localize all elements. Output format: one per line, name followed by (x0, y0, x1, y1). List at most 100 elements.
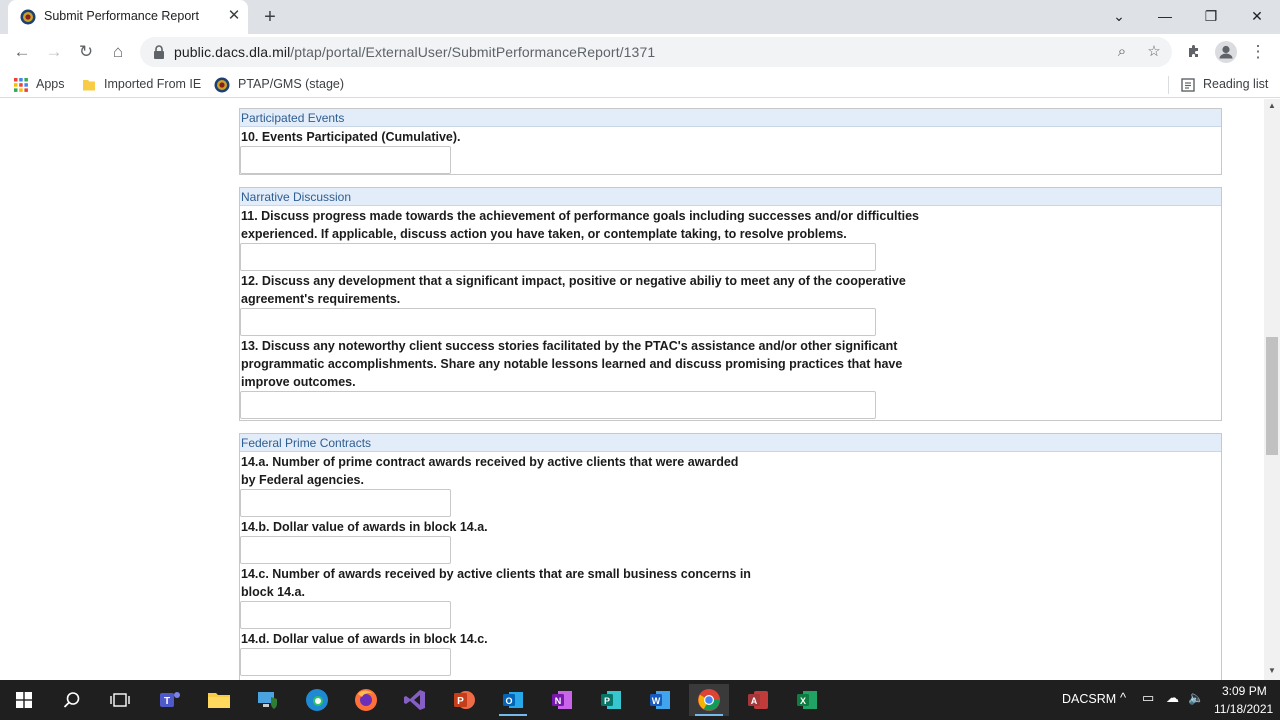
svg-text:P: P (604, 696, 610, 706)
svg-text:O: O (505, 696, 512, 706)
word-app-button[interactable]: W (640, 684, 680, 716)
outlook-icon: O (503, 692, 523, 708)
bookmark-star-icon[interactable]: ☆ (1144, 42, 1164, 62)
profile-avatar[interactable] (1213, 39, 1239, 65)
network-icon[interactable]: ▭ (1142, 690, 1154, 706)
svg-text:A: A (751, 696, 758, 706)
file-explorer-button[interactable] (199, 684, 239, 716)
active-app-indicator (695, 714, 723, 716)
access-icon: A (748, 691, 768, 709)
question-11-input[interactable] (240, 243, 876, 271)
url-text: public.dacs.dla.mil/ptap/portal/External… (174, 44, 655, 60)
bookmark-label: Apps (36, 77, 65, 91)
task-view-button[interactable] (100, 684, 140, 716)
chevron-up-icon[interactable]: ^ (1120, 690, 1126, 705)
menu-kebab-icon[interactable]: ⋮ (1245, 39, 1271, 65)
section-header: Federal Prime Contracts (240, 434, 1221, 452)
question-10-label: 10. Events Participated (Cumulative). (241, 130, 461, 144)
question-13-line2: programmatic accomplishments. Share any … (241, 357, 903, 371)
visual-studio-icon (404, 690, 425, 710)
folder-icon (83, 79, 95, 91)
bookmark-imported-folder[interactable]: Imported From IE (82, 75, 201, 93)
browser-tab[interactable]: Submit Performance Report ✕ (8, 0, 248, 34)
publisher-app-button[interactable]: P (591, 684, 631, 716)
excel-app-button[interactable]: X (787, 684, 827, 716)
close-tab-icon[interactable]: ✕ (226, 8, 242, 24)
address-bar[interactable]: public.dacs.dla.mil/ptap/portal/External… (140, 37, 1172, 67)
outlook-app-button[interactable]: O (493, 684, 533, 716)
scroll-down-arrow-icon[interactable]: ▼ (1264, 666, 1280, 678)
reading-list-button[interactable]: Reading list (1181, 75, 1268, 93)
bookmark-apps[interactable]: Apps (14, 75, 65, 93)
powerpoint-app-button[interactable]: P (444, 684, 484, 716)
clock-time[interactable]: 3:09 PM (1222, 684, 1267, 698)
forward-button[interactable]: → (41, 39, 67, 65)
question-14a-input[interactable] (240, 489, 451, 517)
windows-logo-icon (16, 692, 32, 708)
page-scrollbar[interactable]: ▲ ▼ (1264, 99, 1280, 680)
security-app-button[interactable] (248, 684, 288, 716)
section-narrative-discussion: Narrative Discussion 11. Discuss progres… (239, 187, 1222, 421)
question-12-line2: agreement's requirements. (241, 292, 401, 306)
access-app-button[interactable]: A (738, 684, 778, 716)
lock-icon (154, 45, 164, 59)
question-14c-line2: block 14.a. (241, 585, 305, 599)
question-14c-input[interactable] (240, 601, 451, 629)
svg-text:N: N (555, 696, 562, 706)
start-button[interactable] (4, 684, 44, 716)
browser-toolbar: ← → ↻ ⌂ public.dacs.dla.mil/ptap/portal/… (0, 34, 1280, 70)
excel-icon: X (797, 691, 817, 709)
question-13-input[interactable] (240, 391, 876, 419)
question-14d-label: 14.d. Dollar value of awards in block 14… (241, 632, 488, 646)
events-participated-input[interactable] (240, 146, 451, 174)
tab-search-icon[interactable]: ⌄ (1096, 0, 1142, 32)
firefox-icon (355, 689, 377, 711)
reading-list-icon (1181, 78, 1195, 92)
edge-icon (306, 689, 328, 711)
word-icon: W (650, 691, 670, 709)
bookmark-label: PTAP/GMS (stage) (238, 77, 345, 91)
clock-date[interactable]: 11/18/2021 (1214, 702, 1273, 716)
reload-button[interactable]: ↻ (73, 39, 99, 65)
section-participated-events: Participated Events 10. Events Participa… (239, 108, 1222, 175)
reading-list-label: Reading list (1203, 77, 1269, 91)
volume-icon[interactable]: 🔈 (1188, 690, 1204, 706)
section-header: Narrative Discussion (240, 188, 1221, 206)
scroll-up-arrow-icon[interactable]: ▲ (1264, 101, 1280, 113)
teams-icon: T (160, 692, 180, 707)
extensions-puzzle-icon[interactable] (1181, 39, 1207, 65)
question-14d-input[interactable] (240, 648, 451, 676)
url-host: public.dacs.dla.mil (174, 44, 291, 60)
back-button[interactable]: ← (9, 39, 35, 65)
bookmarks-divider (1168, 76, 1169, 94)
restore-button[interactable]: ❐ (1188, 0, 1234, 32)
onenote-app-button[interactable]: N (542, 684, 582, 716)
computer-shield-icon (258, 692, 277, 709)
teams-app-button[interactable]: T (150, 684, 190, 716)
active-app-indicator (499, 714, 527, 716)
minimize-button[interactable]: — (1142, 0, 1188, 32)
question-12-input[interactable] (240, 308, 876, 336)
new-tab-button[interactable]: + (258, 5, 282, 29)
url-path: /ptap/portal/ExternalUser/SubmitPerforma… (290, 44, 656, 60)
visual-studio-app-button[interactable] (395, 684, 435, 716)
home-button[interactable]: ⌂ (105, 39, 131, 65)
zoom-icon[interactable]: ⌕ (1112, 42, 1132, 62)
edge-app-button[interactable] (297, 684, 337, 716)
question-13-line1: 13. Discuss any noteworthy client succes… (241, 339, 898, 353)
tray-label[interactable]: DACSRM (1062, 692, 1116, 706)
search-taskbar-button[interactable] (52, 684, 92, 716)
firefox-app-button[interactable] (346, 684, 386, 716)
scroll-thumb[interactable] (1266, 337, 1278, 455)
powerpoint-icon: P (454, 691, 475, 709)
page-content: Participated Events 10. Events Participa… (0, 99, 1264, 680)
apps-grid-icon (14, 77, 28, 92)
chrome-app-button[interactable] (689, 684, 729, 716)
svg-text:W: W (652, 696, 661, 706)
bookmark-label: Imported From IE (104, 77, 202, 91)
bookmark-ptap-gms[interactable]: PTAP/GMS (stage) (214, 75, 344, 93)
question-14c-line1: 14.c. Number of awards received by activ… (241, 567, 751, 581)
question-14b-input[interactable] (240, 536, 451, 564)
onedrive-error-icon[interactable]: ☁ (1166, 690, 1179, 706)
close-window-button[interactable]: ✕ (1234, 0, 1280, 32)
